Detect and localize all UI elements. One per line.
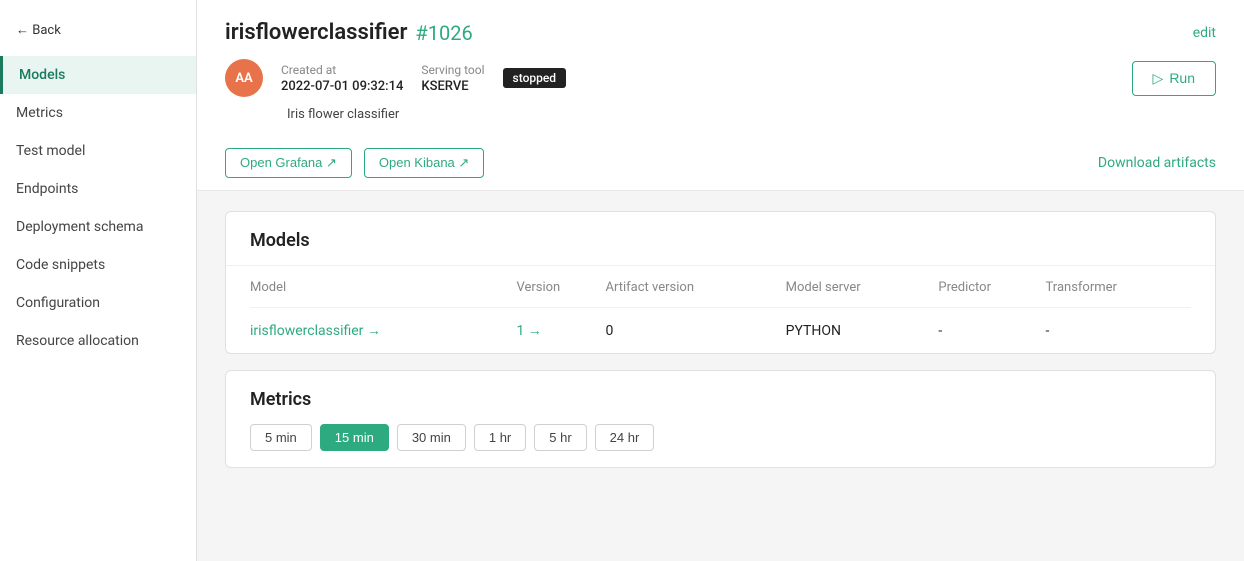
- models-table-wrapper: Model Version Artifact version Model ser…: [226, 266, 1215, 353]
- run-button[interactable]: ▷ Run: [1132, 61, 1216, 96]
- download-artifacts-link[interactable]: Download artifacts: [1098, 155, 1216, 171]
- time-tab-5min[interactable]: 5 min: [250, 424, 312, 451]
- col-model-server: Model server: [786, 266, 939, 308]
- status-badge: stopped: [503, 68, 567, 88]
- content-area: Models Model Version Artifact version Mo…: [197, 191, 1244, 488]
- model-name: irisflowerclassifier: [225, 20, 407, 45]
- run-label: Run: [1169, 70, 1195, 86]
- col-artifact-version: Artifact version: [606, 266, 786, 308]
- model-id: #1026: [415, 21, 472, 45]
- main-content: irisflowerclassifier #1026 edit AA Creat…: [197, 0, 1244, 561]
- models-card: Models Model Version Artifact version Mo…: [225, 211, 1216, 354]
- sidebar: ← Back Models Metrics Test model Endpoin…: [0, 0, 197, 561]
- sidebar-item-configuration[interactable]: Configuration: [0, 284, 196, 322]
- back-button[interactable]: ← Back: [0, 12, 196, 48]
- col-version: Version: [516, 266, 605, 308]
- cell-transformer: -: [1046, 308, 1191, 354]
- run-icon: ▷: [1153, 70, 1164, 87]
- cell-predictor: -: [938, 308, 1045, 354]
- actions-row: Open Grafana ↗ Open Kibana ↗ Download ar…: [225, 136, 1216, 190]
- col-model: Model: [250, 266, 516, 308]
- sidebar-item-deployment-schema[interactable]: Deployment schema: [0, 208, 196, 246]
- created-at-label: Created at: [281, 63, 403, 77]
- sidebar-item-test-model[interactable]: Test model: [0, 132, 196, 170]
- metrics-card: Metrics 5 min 15 min 30 min 1 hr 5 hr 24…: [225, 370, 1216, 468]
- serving-tool-meta: Serving tool KSERVE: [421, 63, 484, 94]
- created-at-meta: Created at 2022-07-01 09:32:14: [281, 63, 403, 94]
- time-tab-15min[interactable]: 15 min: [320, 424, 389, 451]
- page-header: irisflowerclassifier #1026 edit AA Creat…: [197, 0, 1244, 191]
- cell-model: irisflowerclassifier →: [250, 308, 516, 354]
- col-transformer: Transformer: [1046, 266, 1191, 308]
- table-row: irisflowerclassifier → 1 → 0 PYTHON - -: [250, 308, 1191, 354]
- table-header-row: Model Version Artifact version Model ser…: [250, 266, 1191, 308]
- open-kibana-button[interactable]: Open Kibana ↗: [364, 148, 484, 178]
- time-tab-5hr[interactable]: 5 hr: [534, 424, 586, 451]
- created-at-value: 2022-07-01 09:32:14: [281, 79, 403, 94]
- sidebar-item-code-snippets[interactable]: Code snippets: [0, 246, 196, 284]
- models-table: Model Version Artifact version Model ser…: [250, 266, 1191, 353]
- model-description: Iris flower classifier: [225, 107, 1216, 122]
- serving-tool-label: Serving tool: [421, 63, 484, 77]
- avatar: AA: [225, 59, 263, 97]
- serving-tool-value: KSERVE: [421, 79, 484, 94]
- cell-artifact-version: 0: [606, 308, 786, 354]
- model-link[interactable]: irisflowerclassifier →: [250, 323, 381, 339]
- time-tabs: 5 min 15 min 30 min 1 hr 5 hr 24 hr: [226, 424, 1215, 467]
- sidebar-item-resource-allocation[interactable]: Resource allocation: [0, 322, 196, 360]
- time-tab-30min[interactable]: 30 min: [397, 424, 466, 451]
- cell-version: 1 →: [516, 308, 605, 354]
- cell-model-server: PYTHON: [786, 308, 939, 354]
- page-title: irisflowerclassifier #1026: [225, 20, 473, 45]
- sidebar-item-models[interactable]: Models: [0, 56, 196, 94]
- metrics-card-title: Metrics: [226, 371, 1215, 424]
- title-row: irisflowerclassifier #1026 edit: [225, 20, 1216, 45]
- time-tab-1hr[interactable]: 1 hr: [474, 424, 526, 451]
- sidebar-item-metrics[interactable]: Metrics: [0, 94, 196, 132]
- open-grafana-button[interactable]: Open Grafana ↗: [225, 148, 352, 178]
- time-tab-24hr[interactable]: 24 hr: [595, 424, 655, 451]
- version-link[interactable]: 1 →: [516, 323, 541, 339]
- sidebar-item-endpoints[interactable]: Endpoints: [0, 170, 196, 208]
- col-predictor: Predictor: [938, 266, 1045, 308]
- sidebar-nav: Models Metrics Test model Endpoints Depl…: [0, 56, 196, 360]
- edit-link[interactable]: edit: [1193, 25, 1216, 41]
- models-card-title: Models: [226, 212, 1215, 266]
